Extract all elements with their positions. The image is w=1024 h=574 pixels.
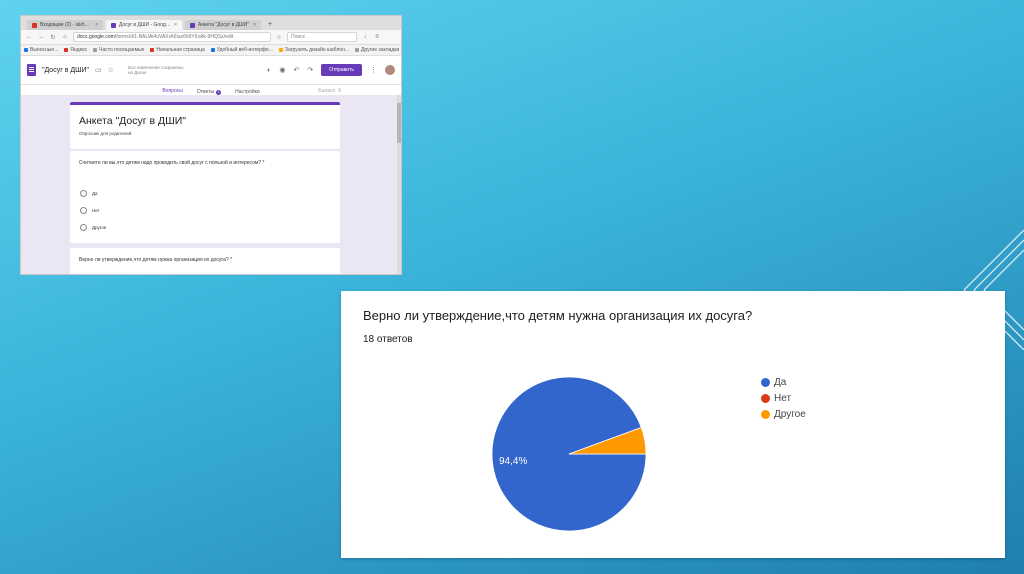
redo-icon[interactable]: ↷: [307, 66, 313, 74]
browser-screenshot: Входящие (2) - iskhmet@gmail... × Досуг …: [20, 15, 402, 275]
summary-question: Верно ли утверждение,что детям нужна орг…: [363, 308, 753, 323]
question-card[interactable]: Считаете ли вы,что детям надо проводить …: [70, 151, 340, 243]
legend-swatch: [761, 409, 770, 419]
gmail-icon: [32, 22, 37, 28]
legend-label: Да: [774, 376, 787, 388]
answers-count-badge: 1: [216, 89, 222, 95]
scrollbar[interactable]: [397, 95, 401, 274]
search-input[interactable]: Поиск: [287, 32, 357, 42]
close-icon[interactable]: ×: [174, 22, 177, 28]
forms-header: "Досуг в ДШИ" ▭ ☆ Все изменения сохранен…: [21, 56, 401, 85]
star-icon[interactable]: ☆: [275, 34, 283, 41]
form-body: Анкета "Досуг в ДШИ" Опросник для родите…: [21, 95, 397, 274]
bookmark-icon: [93, 48, 98, 52]
browser-tab-forms-edit[interactable]: Досуг в ДШИ - Google Фор... ×: [106, 20, 182, 30]
radio-circle-icon: [80, 207, 87, 214]
form-name[interactable]: "Досуг в ДШИ": [42, 67, 89, 74]
radio-circle-icon: [80, 224, 87, 231]
undo-icon[interactable]: ↶: [293, 66, 299, 74]
radio-circle-icon: [80, 190, 87, 197]
other-bookmarks[interactable]: Другие закладки: [355, 47, 399, 53]
close-icon[interactable]: ×: [253, 22, 256, 28]
bookmark-icon: [210, 48, 215, 52]
folder-icon[interactable]: ▭: [95, 66, 102, 74]
send-button[interactable]: Отправить: [321, 64, 362, 76]
nav-bar: ← → ↻ ⌂ docs.google.com/forms/d/1-BAUAi4…: [21, 30, 401, 45]
star-icon[interactable]: ☆: [108, 66, 114, 74]
avatar[interactable]: [385, 65, 395, 75]
radio-option[interactable]: Да: [80, 190, 340, 197]
palette-icon[interactable]: ◐: [267, 67, 271, 74]
browser-tab-gmail[interactable]: Входящие (2) - iskhmet@gmail... ×: [27, 20, 103, 30]
forward-arrow-icon[interactable]: →: [37, 34, 45, 40]
legend-item: Да: [761, 374, 806, 390]
bookmark-item[interactable]: Выносные...: [24, 47, 58, 53]
new-tab-button[interactable]: +: [264, 20, 276, 30]
bookmark-icon: [278, 48, 283, 52]
forms-icon: [111, 22, 116, 28]
menu-icon[interactable]: ≡: [373, 34, 381, 40]
close-icon[interactable]: ×: [95, 22, 98, 28]
browser-tab-survey[interactable]: Анкета "Досуг в ДШИ" ×: [185, 20, 261, 30]
bookmark-item[interactable]: Яндекс: [64, 47, 87, 53]
bookmark-item[interactable]: Начальная страница: [150, 47, 205, 53]
form-description[interactable]: Опросник для родителей: [79, 131, 340, 136]
more-vert-icon[interactable]: ⋮: [370, 66, 377, 74]
form-title[interactable]: Анкета "Досуг в ДШИ": [79, 115, 340, 127]
download-icon[interactable]: ↓: [361, 34, 369, 40]
legend-label: Нет: [774, 392, 792, 404]
radio-option[interactable]: Другое: [80, 224, 340, 231]
scrollbar-thumb[interactable]: [397, 103, 401, 143]
form-title-card[interactable]: Анкета "Досуг в ДШИ" Опросник для родите…: [70, 102, 340, 149]
question-text: Верно ли утверждение,что детям нужна орг…: [79, 257, 233, 263]
bookmark-item[interactable]: Удобный веб-интерфе...: [210, 47, 273, 53]
bookmark-icon: [64, 48, 69, 52]
legend-item: Другое: [761, 406, 806, 422]
pie-slice-label: 94,4%: [499, 456, 527, 467]
bookmark-icon: [24, 48, 28, 52]
balance-label: Баланс: 8: [318, 88, 341, 94]
chart-legend: Да Нет Другое: [761, 374, 806, 422]
response-summary-panel: Верно ли утверждение,что детям нужна орг…: [341, 291, 1005, 558]
forms-toolbar: ◐ ◉ ↶ ↷ Отправить ⋮: [267, 64, 395, 76]
response-count: 18 ответов: [363, 334, 413, 345]
folder-icon: [355, 48, 359, 52]
google-forms-icon[interactable]: [27, 64, 36, 76]
legend-label: Другое: [774, 408, 806, 420]
legend-swatch: [761, 377, 770, 387]
home-icon[interactable]: ⌂: [61, 34, 69, 40]
reload-icon[interactable]: ↻: [49, 34, 57, 41]
forms-icon: [190, 22, 195, 28]
bookmark-item[interactable]: Часто посещаемые: [93, 47, 144, 53]
address-bar[interactable]: docs.google.com/forms/d/1-BAUAi4uVAXrA6I…: [73, 32, 271, 42]
preview-eye-icon[interactable]: ◉: [279, 66, 285, 74]
pie-chart: 94,4%: [491, 376, 647, 532]
back-arrow-icon[interactable]: ←: [25, 34, 33, 40]
radio-option[interactable]: Нет: [80, 207, 340, 214]
bookmark-item[interactable]: Загрузить дизайн шаблон...: [278, 47, 349, 53]
tab-bar: Входящие (2) - iskhmet@gmail... × Досуг …: [21, 16, 401, 30]
bookmarks-bar: Выносные... Яндекс Часто посещаемые Нача…: [21, 45, 401, 56]
bookmark-icon: [150, 48, 155, 52]
saved-status: Все изменения сохранены на Диске: [127, 65, 184, 75]
legend-swatch: [761, 393, 770, 403]
question-card[interactable]: Верно ли утверждение,что детям нужна орг…: [70, 248, 340, 274]
legend-item: Нет: [761, 390, 806, 406]
